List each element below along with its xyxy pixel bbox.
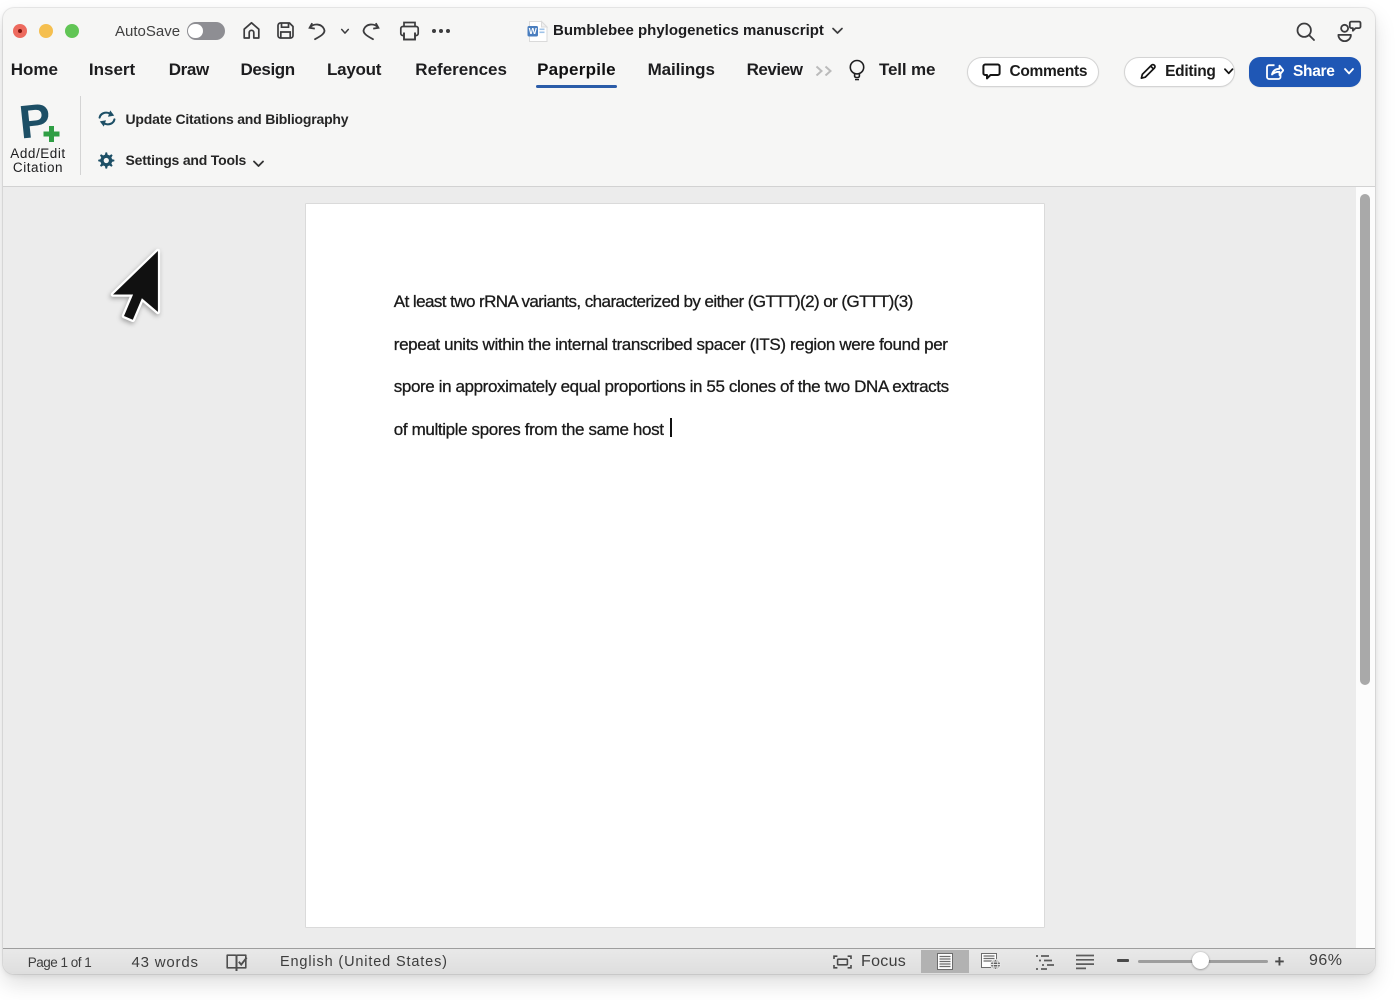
svg-text:W: W xyxy=(529,26,538,36)
svg-text:P: P xyxy=(16,95,53,147)
